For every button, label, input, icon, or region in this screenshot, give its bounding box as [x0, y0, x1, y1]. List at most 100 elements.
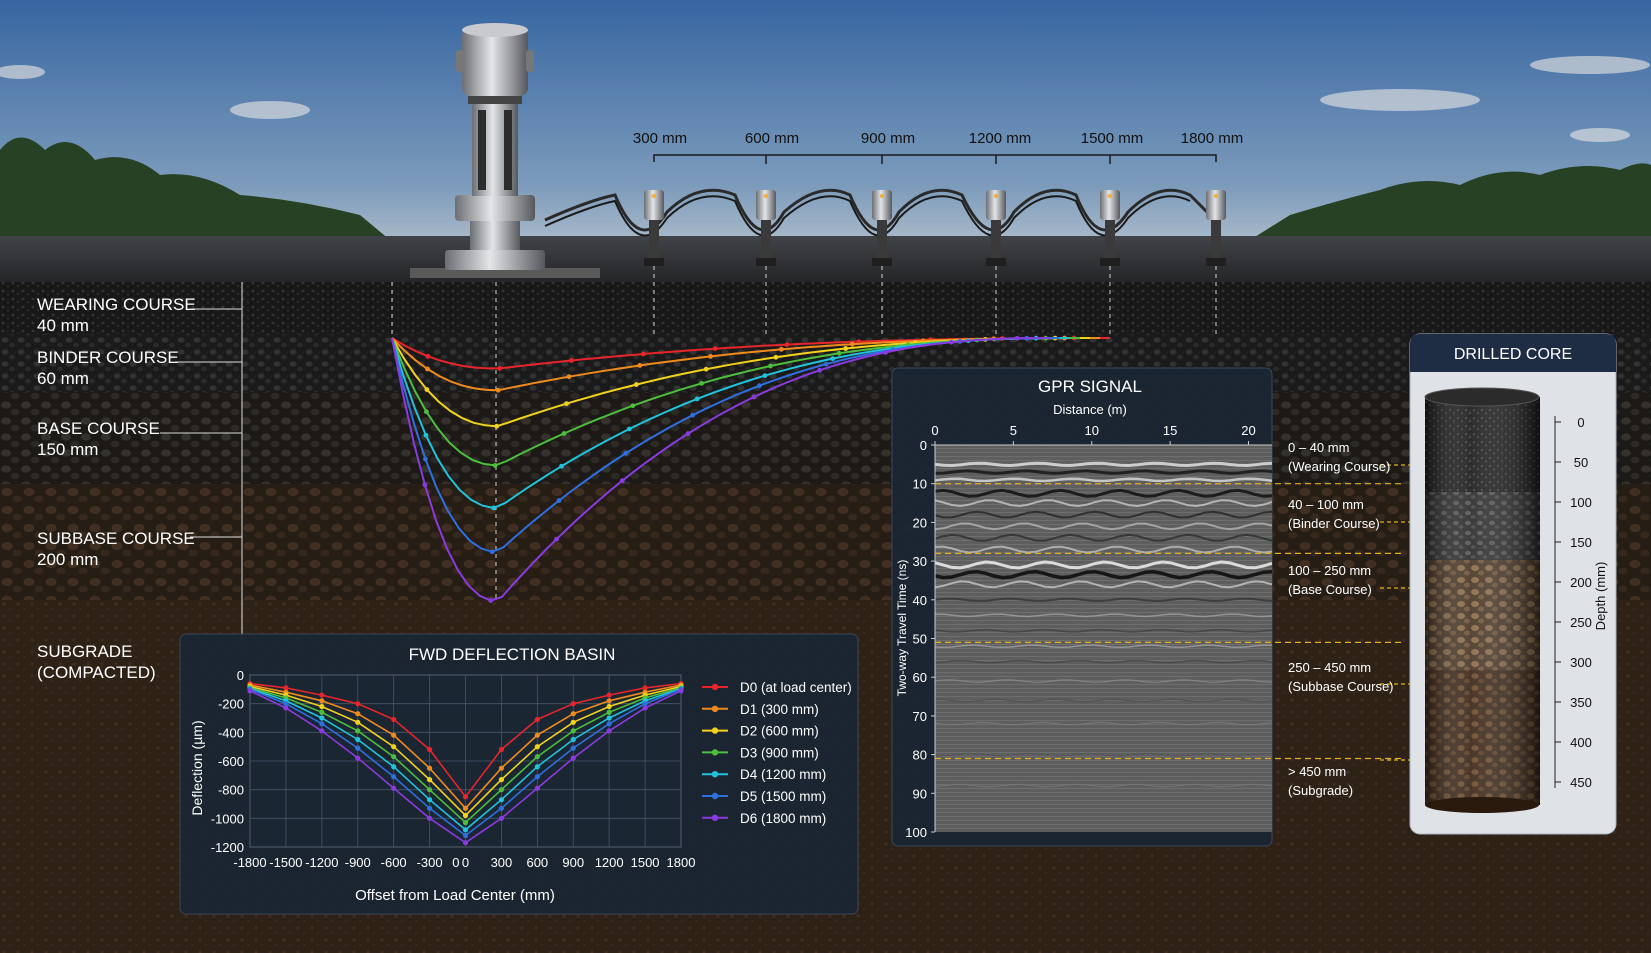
- gpr-y-tick-label: 30: [913, 554, 927, 569]
- fwd-data-point: [570, 755, 576, 761]
- fwd-x-tick-label: -1200: [305, 855, 338, 870]
- underground-basin-point: [703, 366, 709, 372]
- underground-basin-point: [849, 341, 855, 347]
- core-axis-tick-label: 200: [1570, 575, 1592, 590]
- underground-basin-point: [690, 412, 695, 418]
- underground-basin-point: [843, 346, 849, 351]
- fwd-data-point: [391, 732, 397, 738]
- svg-text:200 mm: 200 mm: [37, 550, 98, 569]
- fwd-y-tick-label: -1000: [211, 811, 244, 826]
- underground-basin-point: [685, 431, 691, 436]
- fwd-data-point: [606, 698, 612, 704]
- svg-text:40 – 100 mm: 40 – 100 mm: [1288, 497, 1364, 512]
- fwd-data-point: [498, 777, 505, 783]
- underground-basin-point: [773, 354, 779, 360]
- svg-text:100 – 250 mm: 100 – 250 mm: [1288, 563, 1371, 578]
- underground-basin-point: [626, 426, 632, 432]
- underground-basin-point: [564, 401, 569, 407]
- fwd-data-point: [426, 777, 433, 783]
- svg-text:(Subbase Course): (Subbase Course): [1288, 679, 1394, 694]
- fwd-data-point: [462, 812, 469, 819]
- gpr-y-tick-label: 50: [913, 632, 927, 647]
- fwd-data-point: [355, 736, 361, 743]
- fwd-data-point: [498, 805, 505, 811]
- legend-swatch-marker: [711, 749, 719, 756]
- fwd-data-point: [391, 764, 397, 770]
- underground-basin-point: [492, 463, 498, 468]
- svg-text:250 – 450 mm: 250 – 450 mm: [1288, 660, 1371, 675]
- gpr-x-tick-label: 10: [1085, 423, 1099, 438]
- legend-swatch-marker: [711, 771, 719, 778]
- fwd-data-point: [319, 709, 325, 715]
- gpr-y-tick-label: 10: [913, 477, 927, 492]
- underground-basin-point: [556, 498, 562, 503]
- underground-basin-point: [823, 361, 829, 367]
- fwd-x-tick-label: 1500: [631, 855, 660, 870]
- svg-text:SUBGRADE: SUBGRADE: [37, 642, 132, 661]
- fwd-y-tick-label: -800: [218, 783, 244, 798]
- svg-text:(Wearing Course): (Wearing Course): [1288, 459, 1390, 474]
- fwd-x-tick-label: -300: [417, 855, 443, 870]
- underground-basin-point: [424, 409, 429, 415]
- legend-label: D6 (1800 mm): [740, 811, 826, 826]
- core-axis-tick-label: 0: [1577, 415, 1584, 430]
- core-axis-tick-label: 250: [1570, 615, 1592, 630]
- svg-text:(COMPACTED): (COMPACTED): [37, 663, 156, 682]
- fwd-data-point: [355, 711, 361, 717]
- fwd-data-point: [534, 774, 540, 780]
- fwd-data-point: [570, 701, 576, 707]
- underground-basin-point: [784, 342, 790, 348]
- fwd-data-point: [534, 785, 540, 791]
- fwd-x-tick-label: -900: [345, 855, 371, 870]
- core-axis-label: Depth (mm): [1593, 562, 1608, 631]
- spacing-label: 600 mm: [745, 130, 799, 147]
- svg-text:SUBBASE COURSE: SUBBASE COURSE: [37, 529, 195, 548]
- core-sample: [1424, 387, 1540, 813]
- gpr-x-tick-label: 20: [1241, 423, 1255, 438]
- underground-basin-point: [948, 339, 954, 345]
- underground-basin-point: [630, 403, 636, 409]
- fwd-x-tick-label: 600: [526, 855, 548, 870]
- legend-label: D4 (1200 mm): [740, 767, 826, 782]
- fwd-x-tick-label: -1800: [233, 855, 266, 870]
- underground-basin-point: [830, 356, 836, 361]
- underground-basin-point: [817, 367, 823, 373]
- underground-basin-point: [762, 373, 768, 379]
- fwd-y-tick-label: -1200: [211, 840, 244, 855]
- core-axis-tick-label: 100: [1570, 495, 1592, 510]
- fwd-chart-panel: FWD DEFLECTION BASIN 0 -200 -400 -600 -800 -1…: [179, 633, 859, 915]
- fwd-data-point: [534, 764, 540, 770]
- fwd-data-point: [606, 703, 612, 710]
- fwd-data-point: [462, 840, 469, 846]
- fwd-x-tick-label: 300: [491, 855, 513, 870]
- fwd-data-point: [534, 732, 540, 738]
- base-course-layer: [0, 392, 1651, 484]
- fwd-data-point: [391, 754, 397, 760]
- underground-basin-point: [561, 431, 567, 436]
- pavement-testing-diagram: 300 mm 600 mm 900 mm 1200 mm 1500 mm 180…: [0, 0, 1651, 953]
- fwd-y-tick-label: -400: [218, 725, 244, 740]
- legend-label: D1 (300 mm): [740, 702, 819, 717]
- fwd-data-point: [426, 805, 433, 811]
- underground-basin-point: [569, 358, 574, 363]
- fwd-data-point: [570, 745, 576, 751]
- gpr-y-tick-label: 90: [913, 786, 927, 801]
- fwd-data-point: [391, 785, 397, 791]
- fwd-data-point: [534, 754, 540, 760]
- core-title: DRILLED CORE: [1454, 346, 1572, 363]
- fwd-data-point: [534, 716, 540, 723]
- svg-text:0 – 40 mm: 0 – 40 mm: [1288, 440, 1349, 455]
- fwd-y-tick-label: -600: [218, 754, 244, 769]
- fwd-data-point: [570, 711, 576, 717]
- wearing-course-layer: [0, 282, 1651, 334]
- gpr-title: GPR SIGNAL: [1038, 377, 1142, 396]
- fwd-data-point: [570, 736, 576, 743]
- fwd-data-point: [462, 794, 469, 800]
- core-axis-tick-label: 400: [1570, 735, 1592, 750]
- underground-basin-point: [489, 549, 495, 555]
- fwd-data-point: [426, 765, 433, 771]
- gpr-y-tick-label: 100: [905, 825, 927, 840]
- fwd-x-tick-label: -1500: [269, 855, 302, 870]
- underground-basin-point: [883, 350, 888, 355]
- fwd-data-point: [355, 745, 361, 751]
